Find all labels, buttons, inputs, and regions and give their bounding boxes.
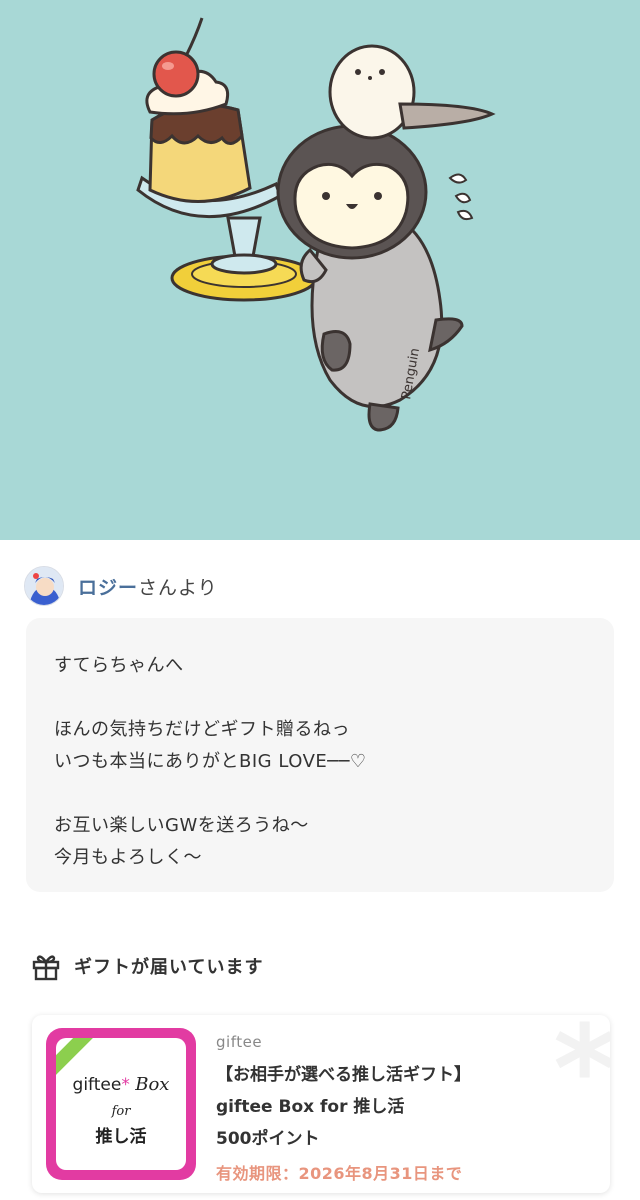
thumbnail-sub-text: 推し活 <box>95 1127 147 1147</box>
gift-info: giftee 【お相手が選べる推し活ギフト】 giftee Box for 推し… <box>216 1031 596 1189</box>
gift-points: 500ポイント <box>216 1129 320 1149</box>
sender-name[interactable]: ロジー <box>78 573 138 600</box>
gift-name: giftee Box for 推し活 <box>216 1097 405 1117</box>
gift-section-heading: ギフトが届いています <box>30 950 263 982</box>
sender-suffix: さんより <box>138 576 218 599</box>
gift-thumbnail[interactable]: giftee* Box for 推し活 <box>46 1028 196 1180</box>
ribbon-icon <box>56 1038 97 1078</box>
message-line: すてらちゃんへ <box>54 655 184 676</box>
gift-title: 【お相手が選べる推し活ギフト】 <box>216 1065 471 1085</box>
gift-icon <box>32 955 60 981</box>
hero-illustration: Penguin <box>0 0 640 540</box>
gift-card[interactable]: * giftee* Box for 推し活 giftee 【お相手が選べる推し活… <box>32 1015 610 1193</box>
message-line: ほんの気持ちだけどギフト贈るねっ <box>54 719 350 740</box>
message-line: いつも本当にありがとBIG LOVE──♡ <box>54 751 367 772</box>
thumbnail-for-text: for <box>111 1104 131 1119</box>
message-line: お互い楽しいGWを送ろうね〜 <box>54 815 309 836</box>
thumbnail-box-text: Box <box>135 1074 170 1095</box>
thumbnail-brand-text: giftee <box>72 1075 122 1095</box>
message-line: 今月もよろしく〜 <box>54 847 202 868</box>
gift-brand: giftee <box>216 1033 263 1051</box>
asterisk-icon: * <box>121 1075 130 1095</box>
avatar[interactable] <box>24 566 64 606</box>
sender-row: ロジー さんより <box>24 566 218 606</box>
gift-heading-text: ギフトが届いています <box>74 957 264 978</box>
gift-thumbnail-inner: giftee* Box for 推し活 <box>56 1038 186 1170</box>
thumbnail-brand: giftee* Box <box>56 1074 186 1095</box>
message-card: すてらちゃんへ ほんの気持ちだけどギフト贈るねっ いつも本当にありがとBIG L… <box>26 618 614 892</box>
penguin-pudding-illustration: Penguin <box>136 17 496 432</box>
gift-expiry: 有効期限：2026年8月31日まで <box>216 1164 463 1183</box>
